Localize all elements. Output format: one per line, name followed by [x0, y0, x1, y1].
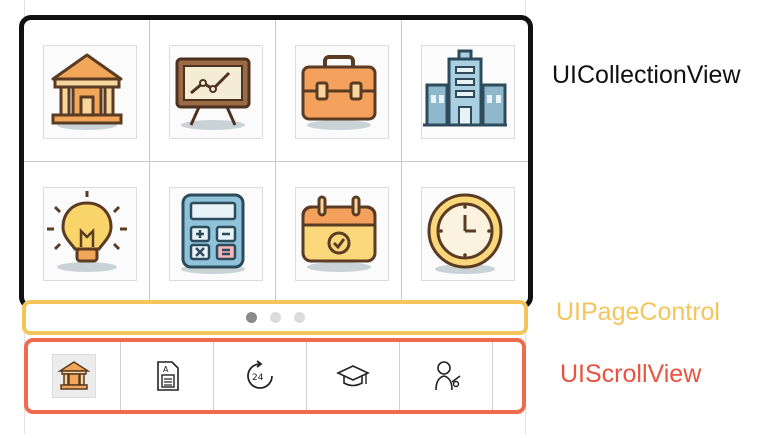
student-icon: [435, 361, 461, 391]
document-grade-icon: A: [157, 361, 179, 391]
page-control[interactable]: [22, 300, 528, 335]
collection-view-label: UICollectionView: [552, 61, 741, 89]
scroll-item[interactable]: 24: [214, 342, 307, 410]
collection-cell[interactable]: [402, 162, 528, 304]
scroll-item[interactable]: [307, 342, 400, 410]
scroll-item-partial[interactable]: [493, 342, 522, 410]
calculator-icon: [180, 193, 245, 274]
page-control-label: UIPageControl: [556, 298, 720, 326]
scroll-view-label: UIScrollView: [560, 360, 702, 388]
scroll-item[interactable]: [28, 342, 121, 410]
graduation-cap-icon: [336, 365, 370, 387]
collection-view[interactable]: [19, 15, 533, 309]
briefcase-icon: [301, 54, 376, 130]
collection-cell[interactable]: [150, 20, 276, 162]
city-buildings-icon: [423, 49, 507, 126]
collection-cell[interactable]: [150, 162, 276, 304]
collection-cell[interactable]: [402, 20, 528, 162]
page-dot[interactable]: [293, 312, 305, 323]
presentation-board-icon: [175, 57, 250, 130]
calendar-check-icon: [301, 195, 376, 272]
collection-cell[interactable]: [276, 20, 402, 162]
svg-text:24: 24: [252, 373, 264, 383]
bank-icon: [57, 361, 91, 390]
collection-cell[interactable]: [24, 20, 150, 162]
svg-text:A: A: [163, 365, 169, 374]
lightbulb-icon: [46, 191, 127, 272]
page-dot-active[interactable]: [245, 312, 257, 323]
scroll-item[interactable]: [400, 342, 493, 410]
24-hours-icon: 24: [247, 360, 273, 389]
clock-icon: [427, 193, 503, 274]
collection-cell[interactable]: [276, 162, 402, 304]
page-dot[interactable]: [269, 312, 281, 323]
scroll-view[interactable]: A 24: [24, 338, 526, 414]
bank-icon: [51, 53, 122, 130]
collection-cell[interactable]: [24, 162, 150, 304]
scroll-item[interactable]: A: [121, 342, 214, 410]
